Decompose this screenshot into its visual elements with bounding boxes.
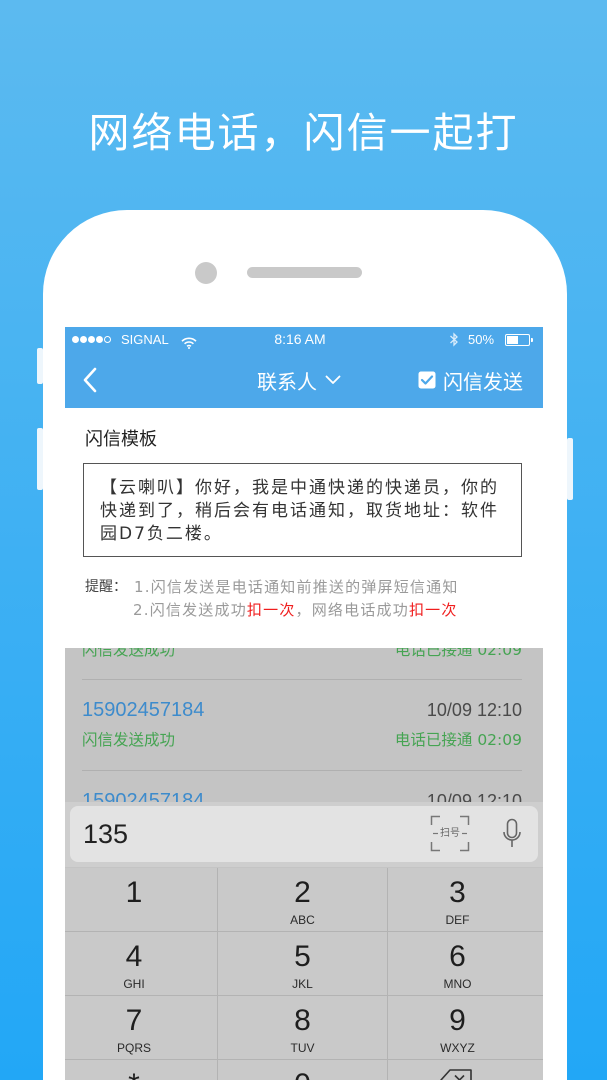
bluetooth-icon	[449, 332, 459, 351]
signal-dot	[88, 336, 95, 343]
key-0[interactable]: 0	[218, 1060, 387, 1080]
charge-highlight: 扣一次	[408, 601, 458, 619]
key-letters: JKL	[292, 977, 313, 991]
signal-dot	[104, 336, 111, 343]
template-line: 快递到了，稍后会有电话通知，取货地址：软件	[100, 501, 499, 521]
reminder-line-2: 2.闪信发送成功扣一次，网络电话成功扣一次	[133, 600, 458, 620]
delete-icon	[439, 1069, 472, 1080]
key-letters: DEF	[445, 913, 470, 927]
key-8[interactable]: 8 TUV	[218, 996, 387, 1059]
reminder-label: 提醒：	[85, 579, 127, 595]
dialer-bar: 135 扫号	[65, 802, 543, 867]
key-letters: MNO	[443, 977, 472, 991]
divider	[82, 679, 522, 680]
reminder-text: 2.闪信发送成功	[133, 601, 247, 619]
key-digit: 1	[125, 876, 143, 909]
key-digit: 8	[294, 1004, 311, 1037]
key-star[interactable]: *	[65, 1060, 217, 1080]
divider	[82, 770, 522, 771]
contacts-dropdown[interactable]: 联系人	[257, 352, 341, 408]
flash-status: 闪信发送成功	[82, 731, 176, 749]
key-digit: 0	[218, 1070, 387, 1080]
phone-number: 15902457184	[82, 699, 205, 721]
dial-number-input[interactable]: 135 扫号	[70, 806, 538, 862]
checkbox-icon[interactable]	[418, 371, 436, 389]
key-digit: 7	[125, 1004, 143, 1037]
phone-side-button	[567, 438, 573, 500]
status-time: 8:16 AM	[274, 331, 326, 347]
signal-strength-icon	[72, 336, 111, 343]
key-digit: 6	[449, 940, 466, 973]
key-digit: 5	[294, 940, 311, 973]
microphone-icon	[503, 818, 521, 847]
key-7[interactable]: 7 PQRS	[65, 996, 217, 1059]
key-digit: 4	[125, 940, 143, 973]
dial-keypad: 1 2 ABC 3 DEF 4 GHI 5 JKL 6 MNO 7 PQRS 8 TUV 9 W…	[65, 868, 543, 1080]
battery-level	[507, 336, 518, 344]
key-delete[interactable]	[388, 1060, 543, 1080]
key-letters: GHI	[123, 977, 145, 991]
voice-input-button[interactable]	[502, 818, 522, 854]
chevron-left-icon	[83, 367, 97, 393]
chevron-down-icon	[325, 375, 341, 384]
call-status: 电话已接通 02:09	[394, 731, 522, 749]
headline: 网络电话，闪信一起打	[88, 109, 519, 157]
key-digit: 9	[449, 1004, 466, 1037]
battery-percent: 50%	[468, 332, 495, 347]
template-message-box: 【云喇叭】你好，我是中通快递的快递员，你的 快递到了，稍后会有电话通知，取货地址…	[83, 463, 522, 557]
key-digit: *	[65, 1070, 203, 1080]
signal-dot	[96, 336, 103, 343]
charge-highlight: 扣一次	[246, 601, 296, 619]
key-5[interactable]: 5 JKL	[218, 932, 387, 995]
record-time: 10/09 12:10	[426, 700, 522, 720]
back-button[interactable]	[81, 366, 101, 394]
key-6[interactable]: 6 MNO	[388, 932, 543, 995]
carrier-name: SIGNAL	[121, 332, 169, 347]
phone-screen: SIGNAL 8:16 AM 50% 联系人 闪信发送 闪信发送成功 电话已接通…	[65, 327, 543, 1080]
reminder-text: ，网络电话成功	[295, 601, 409, 619]
template-line: 园D7负二楼。	[100, 524, 223, 544]
key-letters: TUV	[290, 1041, 315, 1055]
battery-icon	[505, 334, 533, 346]
template-dialog: 闪信模板 【云喇叭】你好，我是中通快递的快递员，你的 快递到了，稍后会有电话通知…	[65, 408, 543, 648]
key-4[interactable]: 4 GHI	[65, 932, 217, 995]
key-letters: PQRS	[116, 1041, 151, 1055]
flash-send-label: 闪信发送	[443, 369, 523, 394]
template-line: 【云喇叭】你好，我是中通快递的快递员，你的	[100, 478, 499, 498]
nav-title: 联系人	[257, 369, 317, 394]
phone-camera	[195, 262, 217, 284]
key-2[interactable]: 2 ABC	[218, 868, 387, 931]
dialog-title: 闪信模板	[85, 429, 157, 450]
app-header: SIGNAL 8:16 AM 50% 联系人 闪信发送	[65, 327, 543, 408]
key-letters: WXYZ	[440, 1041, 475, 1055]
signal-dot	[80, 336, 87, 343]
flash-send-toggle[interactable]: 闪信发送	[418, 352, 523, 408]
key-letters: ABC	[290, 913, 315, 927]
scan-number-button[interactable]: 扫号	[430, 815, 470, 852]
key-digit: 2	[294, 876, 311, 909]
key-1[interactable]: 1	[65, 868, 217, 931]
reminder-line-1: 1.闪信发送是电话通知前推送的弹屏短信通知	[134, 578, 459, 596]
dial-number-value: 135	[83, 819, 129, 849]
scan-label: 扫号	[440, 828, 460, 839]
key-digit: 3	[449, 876, 466, 909]
phone-speaker	[247, 267, 362, 278]
key-9[interactable]: 9 WXYZ	[388, 996, 543, 1059]
key-3[interactable]: 3 DEF	[388, 868, 543, 931]
wifi-icon	[181, 334, 197, 353]
signal-dot	[72, 336, 79, 343]
